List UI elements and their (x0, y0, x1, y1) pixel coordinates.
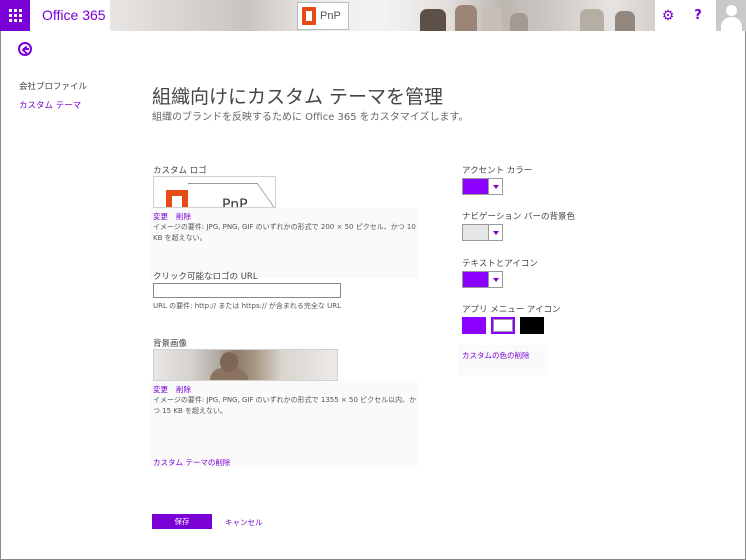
background-requirements: イメージの要件: JPG, PNG, GIF のいずれかの形式で 1355 × … (153, 396, 417, 415)
app-menu-color-option-black[interactable] (520, 317, 544, 334)
suite-bar: Office 365 PnP ⚙ ? (0, 0, 746, 31)
app-menu-color-option-purple[interactable] (462, 317, 486, 334)
back-arrow-icon[interactable] (18, 42, 32, 56)
background-image-label: 背景画像 (153, 339, 188, 349)
app-name[interactable]: Office 365 (42, 7, 106, 23)
logo-url-input[interactable] (153, 283, 341, 298)
logo-preview-text: PnP (222, 197, 248, 208)
logo-url-label: クリック可能なロゴの URL (153, 272, 258, 282)
custom-logo-preview: PnP (153, 176, 276, 208)
chevron-down-icon (488, 272, 502, 287)
nav-bg-color-label: ナビゲーション バーの背景色 (462, 212, 576, 222)
remove-custom-theme-link[interactable]: カスタム テーマの削除 (153, 457, 230, 468)
background-image-preview (153, 349, 338, 381)
app-menu-icon-label: アプリ メニュー アイコン (462, 305, 561, 315)
custom-logo-label: カスタム ロゴ (153, 166, 207, 176)
text-icons-color-picker[interactable] (462, 271, 503, 288)
change-background-link[interactable]: 変更 (153, 384, 168, 395)
nav-bg-color-swatch (463, 225, 488, 240)
app-launcher-icon[interactable] (0, 0, 30, 31)
help-icon[interactable]: ? (683, 0, 713, 31)
nav-item-company-profile[interactable]: 会社プロファイル (19, 80, 87, 99)
url-requirements: URL の要件: http:// または https:// が含まれる完全な U… (153, 302, 342, 310)
chevron-down-icon (488, 225, 502, 240)
accent-color-label: アクセント カラー (462, 166, 533, 176)
nav-bg-color-picker[interactable] (462, 224, 503, 241)
nav-item-custom-theme[interactable]: カスタム テーマ (19, 99, 87, 118)
app-menu-color-option-white[interactable] (491, 317, 515, 334)
office-logo-icon (302, 7, 316, 25)
user-avatar-icon[interactable] (716, 0, 746, 31)
chevron-down-icon (488, 179, 502, 194)
page-title: 組織向けにカスタム テーマを管理 (152, 86, 444, 108)
banner-image (110, 0, 655, 31)
accent-color-picker[interactable] (462, 178, 503, 195)
gear-icon[interactable]: ⚙ (653, 0, 683, 31)
banner-logo: PnP (297, 2, 349, 30)
text-icons-color-label: テキストとアイコン (462, 259, 538, 269)
text-icons-color-swatch (463, 272, 488, 287)
logo-requirements: イメージの要件: JPG, PNG, GIF のいずれかの形式で 200 × 5… (153, 223, 416, 242)
page-subtitle: 組織のブランドを反映するために Office 365 をカスタマイズします。 (152, 112, 469, 123)
left-nav: 会社プロファイル カスタム テーマ (19, 80, 87, 118)
change-logo-link[interactable]: 変更 (153, 211, 168, 222)
accent-color-swatch (463, 179, 488, 194)
office-logo-icon (166, 190, 188, 207)
banner-logo-text: PnP (320, 10, 341, 22)
remove-custom-colors-link[interactable]: カスタムの色の削除 (462, 350, 530, 361)
delete-background-link[interactable]: 削除 (176, 384, 191, 395)
delete-logo-link[interactable]: 削除 (176, 211, 191, 222)
save-button[interactable]: 保存 (152, 514, 212, 529)
cancel-button[interactable]: キャンセル (225, 517, 263, 528)
